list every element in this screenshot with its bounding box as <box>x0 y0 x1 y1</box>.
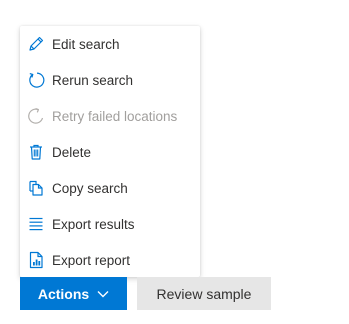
pencil-icon <box>26 34 46 54</box>
menu-item-export-results[interactable]: Export results <box>20 206 200 242</box>
review-sample-button-label: Review sample <box>156 285 252 302</box>
list-icon <box>26 214 46 234</box>
copy-icon <box>26 178 46 198</box>
actions-dropdown-menu: Edit search Rerun search Retry failed lo… <box>20 26 200 277</box>
menu-item-label: Export results <box>52 216 135 232</box>
menu-item-label: Export report <box>52 252 131 268</box>
actions-button-label: Actions <box>37 285 90 302</box>
menu-item-label: Copy search <box>52 180 128 196</box>
menu-item-export-report[interactable]: Export report <box>20 242 200 278</box>
menu-item-retry-failed-locations: Retry failed locations <box>20 98 200 134</box>
actions-button[interactable]: Actions <box>20 277 127 310</box>
menu-item-label: Edit search <box>52 36 120 52</box>
chevron-down-icon <box>97 290 109 298</box>
menu-item-edit-search[interactable]: Edit search <box>20 26 200 62</box>
menu-item-label: Delete <box>52 144 92 160</box>
menu-item-delete[interactable]: Delete <box>20 134 200 170</box>
refresh-icon <box>26 70 46 90</box>
report-icon <box>26 250 46 270</box>
menu-item-rerun-search[interactable]: Rerun search <box>20 62 200 98</box>
retry-icon <box>26 106 46 126</box>
page: Edit search Rerun search Retry failed lo… <box>0 0 349 324</box>
trash-icon <box>26 142 46 162</box>
menu-item-label: Rerun search <box>52 72 134 88</box>
menu-item-label: Retry failed locations <box>52 108 178 124</box>
review-sample-button[interactable]: Review sample <box>137 277 271 310</box>
menu-item-copy-search[interactable]: Copy search <box>20 170 200 206</box>
